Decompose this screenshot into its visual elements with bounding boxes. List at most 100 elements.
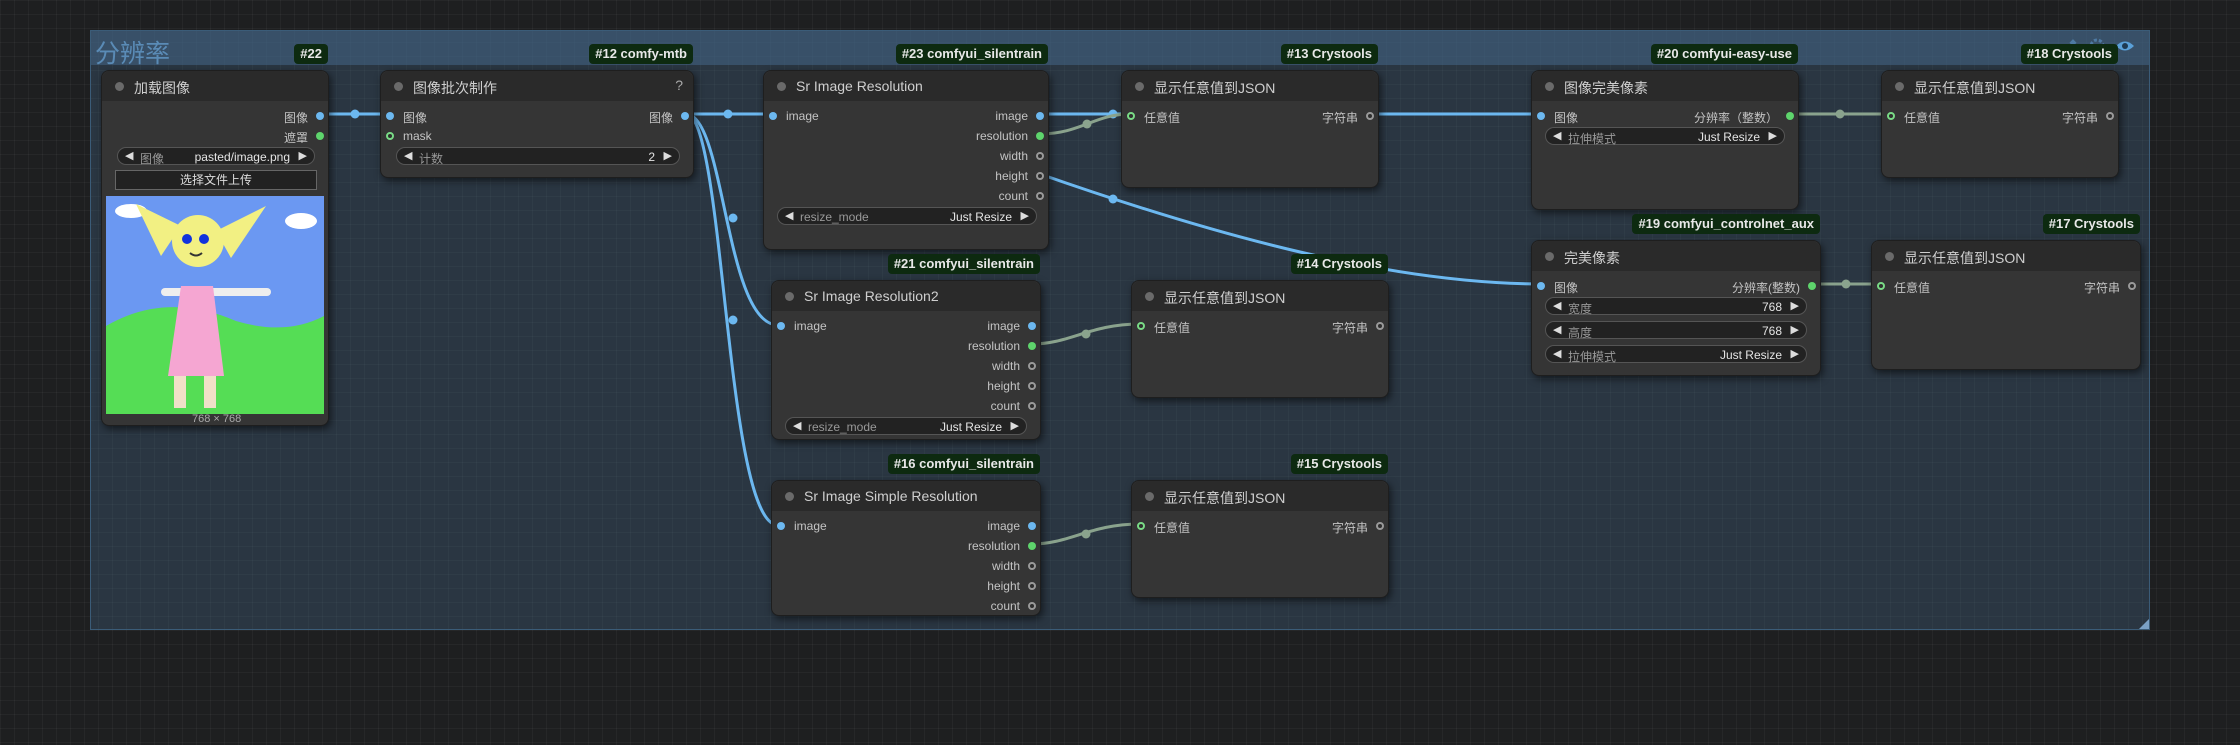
input-slot-any[interactable]: 任意值 <box>1882 109 1940 126</box>
node-title-bar[interactable]: 显示任意值到JSON <box>1872 241 2140 271</box>
collapse-dot-icon[interactable] <box>1895 82 1904 91</box>
slot-dot-icon[interactable] <box>777 522 785 530</box>
arrow-left-icon[interactable]: ◀ <box>1553 323 1561 336</box>
input-slot-image[interactable]: 图像 <box>381 109 427 126</box>
slot-dot-icon[interactable] <box>1028 542 1036 550</box>
input-slot-any[interactable]: 任意值 <box>1132 319 1190 336</box>
output-slot-width[interactable]: width <box>992 559 1036 573</box>
slot-dot-icon[interactable] <box>1036 152 1044 160</box>
node-title-bar[interactable]: 显示任意值到JSON <box>1122 71 1378 101</box>
input-slot-any[interactable]: 任意值 <box>1132 519 1190 536</box>
arrow-right-icon[interactable]: ▶ <box>1791 299 1799 312</box>
arrow-left-icon[interactable]: ◀ <box>793 419 801 432</box>
arrow-left-icon[interactable]: ◀ <box>1553 129 1561 142</box>
node-title-bar[interactable]: 图像批次制作 ? <box>381 71 693 101</box>
slot-dot-icon[interactable] <box>1036 192 1044 200</box>
collapse-dot-icon[interactable] <box>1885 252 1894 261</box>
slot-dot-icon[interactable] <box>316 112 324 120</box>
slot-dot-icon[interactable] <box>2106 112 2114 120</box>
output-slot-mask[interactable]: 遮罩 <box>284 129 324 146</box>
slot-dot-icon[interactable] <box>1137 322 1145 330</box>
height-number-widget[interactable]: ◀ 高度 768 ▶ <box>1545 321 1807 340</box>
node-show-any-json-18[interactable]: #18 Crystools 显示任意值到JSON 任意值 字符串 <box>1881 44 2119 178</box>
arrow-left-icon[interactable]: ◀ <box>125 149 133 162</box>
node-sr-image-resolution2[interactable]: #21 comfyui_silentrain Sr Image Resoluti… <box>771 254 1041 440</box>
arrow-right-icon[interactable]: ▶ <box>664 149 672 162</box>
output-slot-count[interactable]: count <box>991 599 1036 613</box>
node-show-any-json-17[interactable]: #17 Crystools 显示任意值到JSON 任意值 字符串 <box>1871 214 2141 370</box>
node-title-bar[interactable]: Sr Image Simple Resolution <box>772 481 1040 511</box>
slot-dot-icon[interactable] <box>1028 402 1036 410</box>
node-title-bar[interactable]: 图像完美像素 <box>1532 71 1798 101</box>
node-show-any-json-14[interactable]: #14 Crystools 显示任意值到JSON 任意值 字符串 <box>1131 254 1389 398</box>
collapse-dot-icon[interactable] <box>777 82 786 91</box>
collapse-dot-icon[interactable] <box>1145 492 1154 501</box>
output-slot-resolution[interactable]: resolution <box>968 539 1036 553</box>
slot-dot-icon[interactable] <box>2128 282 2136 290</box>
group-resize-handle[interactable] <box>2139 619 2149 629</box>
arrow-right-icon[interactable]: ▶ <box>299 149 307 162</box>
output-slot-string[interactable]: 字符串 <box>1332 319 1384 336</box>
arrow-right-icon[interactable]: ▶ <box>1011 419 1019 432</box>
output-slot-string[interactable]: 字符串 <box>1322 109 1374 126</box>
output-slot-height[interactable]: height <box>987 379 1036 393</box>
slot-dot-icon[interactable] <box>1028 602 1036 610</box>
slot-dot-icon[interactable] <box>1028 362 1036 370</box>
node-title-bar[interactable]: 显示任意值到JSON <box>1882 71 2118 101</box>
slot-dot-icon[interactable] <box>1028 582 1036 590</box>
slot-dot-icon[interactable] <box>1028 342 1036 350</box>
slot-dot-icon[interactable] <box>386 132 394 140</box>
slot-dot-icon[interactable] <box>777 322 785 330</box>
output-slot-string[interactable]: 字符串 <box>1332 519 1384 536</box>
slot-dot-icon[interactable] <box>769 112 777 120</box>
count-number-widget[interactable]: ◀ 计数 2 ▶ <box>396 147 680 166</box>
slot-dot-icon[interactable] <box>1537 112 1545 120</box>
output-slot-image[interactable]: image <box>987 519 1036 533</box>
node-show-any-json-13[interactable]: #13 Crystools 显示任意值到JSON 任意值 字符串 <box>1121 44 1379 188</box>
collapse-dot-icon[interactable] <box>785 292 794 301</box>
slot-dot-icon[interactable] <box>681 112 689 120</box>
output-slot-image[interactable]: 图像 <box>284 109 324 126</box>
output-slot-resolution[interactable]: resolution <box>968 339 1036 353</box>
stretch-mode-combo[interactable]: ◀ 拉伸模式 Just Resize ▶ <box>1545 127 1785 146</box>
slot-dot-icon[interactable] <box>1028 382 1036 390</box>
output-slot-string[interactable]: 字符串 <box>2084 279 2136 296</box>
output-slot-count[interactable]: count <box>991 399 1036 413</box>
output-slot-height[interactable]: height <box>987 579 1036 593</box>
stretch-mode-combo[interactable]: ◀ 拉伸模式 Just Resize ▶ <box>1545 345 1807 364</box>
output-slot-height[interactable]: height <box>995 169 1044 183</box>
arrow-left-icon[interactable]: ◀ <box>404 149 412 162</box>
node-title-bar[interactable]: 显示任意值到JSON <box>1132 481 1388 511</box>
input-slot-image[interactable]: 图像 <box>1532 109 1578 126</box>
slot-dot-icon[interactable] <box>1036 172 1044 180</box>
slot-dot-icon[interactable] <box>1137 522 1145 530</box>
node-title-bar[interactable]: Sr Image Resolution <box>764 71 1048 101</box>
eye-icon[interactable] <box>2115 37 2135 55</box>
width-number-widget[interactable]: ◀ 宽度 768 ▶ <box>1545 297 1807 316</box>
image-combo-widget[interactable]: ◀ 图像 pasted/image.png ▶ <box>117 147 315 166</box>
slot-dot-icon[interactable] <box>1877 282 1885 290</box>
slot-dot-icon[interactable] <box>1808 282 1816 290</box>
output-slot-width[interactable]: width <box>992 359 1036 373</box>
slot-dot-icon[interactable] <box>1376 522 1384 530</box>
slot-dot-icon[interactable] <box>316 132 324 140</box>
input-slot-any[interactable]: 任意值 <box>1872 279 1930 296</box>
help-icon[interactable]: ? <box>675 77 683 93</box>
arrow-left-icon[interactable]: ◀ <box>1553 299 1561 312</box>
arrow-right-icon[interactable]: ▶ <box>1021 209 1029 222</box>
node-title-bar[interactable]: 完美像素 <box>1532 241 1820 271</box>
arrow-right-icon[interactable]: ▶ <box>1791 347 1799 360</box>
slot-dot-icon[interactable] <box>1036 132 1044 140</box>
slot-dot-icon[interactable] <box>1366 112 1374 120</box>
slot-dot-icon[interactable] <box>386 112 394 120</box>
arrow-left-icon[interactable]: ◀ <box>1553 347 1561 360</box>
collapse-dot-icon[interactable] <box>394 82 403 91</box>
collapse-dot-icon[interactable] <box>1135 82 1144 91</box>
node-show-any-json-15[interactable]: #15 Crystools 显示任意值到JSON 任意值 字符串 <box>1131 454 1389 598</box>
slot-dot-icon[interactable] <box>1028 322 1036 330</box>
collapse-dot-icon[interactable] <box>1145 292 1154 301</box>
input-slot-image[interactable]: image <box>764 109 819 123</box>
input-slot-image[interactable]: image <box>772 519 827 533</box>
input-slot-mask[interactable]: mask <box>381 129 432 143</box>
node-sr-image-resolution[interactable]: #23 comfyui_silentrain Sr Image Resoluti… <box>763 44 1049 250</box>
